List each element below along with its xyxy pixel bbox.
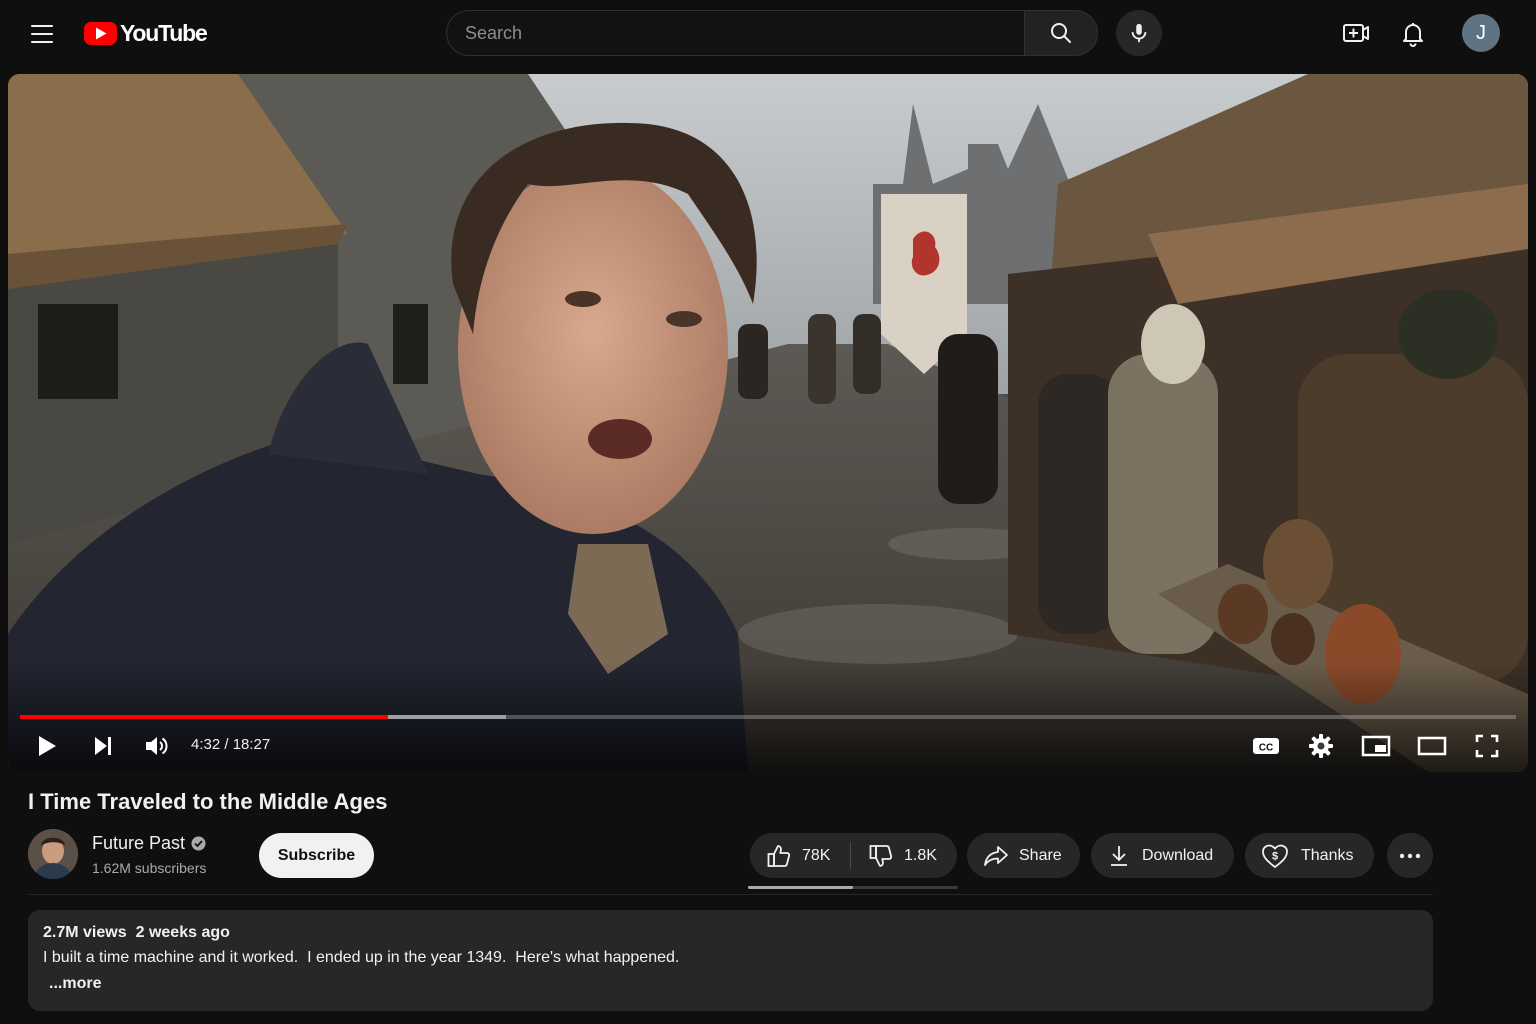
mic-icon xyxy=(1131,23,1147,43)
youtube-logo[interactable]: YouTube xyxy=(84,20,208,47)
top-bar: YouTube J xyxy=(0,0,1536,68)
like-ratio-fill xyxy=(748,886,853,889)
fullscreen-icon xyxy=(1475,734,1499,758)
video-title: I Time Traveled to the Middle Ages xyxy=(28,789,388,814)
thumbs-up-icon xyxy=(767,844,791,867)
menu-icon-line xyxy=(31,25,53,27)
menu-icon-line xyxy=(31,41,53,43)
channel-avatar-image xyxy=(28,829,78,879)
captions-icon: CC xyxy=(1253,738,1279,754)
notifications-button[interactable] xyxy=(1393,14,1433,54)
more-actions-button[interactable] xyxy=(1387,833,1433,878)
thanks-label: Thanks xyxy=(1301,846,1354,864)
description-meta: 2.7M views 2 weeks ago xyxy=(43,924,1418,942)
video-player[interactable]: 4:32 / 18:27 CC xyxy=(8,74,1528,772)
play-icon xyxy=(39,736,56,756)
subscriber-count: 1.62M subscribers xyxy=(92,860,207,876)
menu-button[interactable] xyxy=(22,14,62,54)
description-box[interactable]: 2.7M views 2 weeks ago I built a time ma… xyxy=(28,910,1433,1011)
menu-icon-line xyxy=(31,33,53,35)
create-button[interactable] xyxy=(1336,14,1376,54)
search-icon xyxy=(1051,23,1071,43)
share-icon xyxy=(984,845,1008,866)
section-divider xyxy=(28,894,1433,895)
download-label: Download xyxy=(1142,846,1214,864)
time-display: 4:32 / 18:27 xyxy=(191,736,271,753)
play-button[interactable] xyxy=(30,728,64,764)
volume-icon xyxy=(146,737,168,755)
search-input[interactable] xyxy=(446,10,1024,56)
verified-icon xyxy=(191,836,206,851)
like-button[interactable]: 78K xyxy=(750,833,850,878)
settings-button[interactable] xyxy=(1304,728,1338,764)
description-more-link[interactable]: ...more xyxy=(49,975,101,993)
share-button[interactable]: Share xyxy=(967,833,1080,878)
captions-button[interactable]: CC xyxy=(1248,728,1284,764)
search-bar xyxy=(446,10,1098,56)
progress-played xyxy=(20,715,389,719)
captions-label: CC xyxy=(1259,743,1273,754)
channel-name[interactable]: Future Past xyxy=(92,833,185,854)
view-count: 2.7M views xyxy=(43,924,127,941)
like-ratio-bar xyxy=(748,886,958,889)
voice-search-button[interactable] xyxy=(1116,10,1162,56)
channel-avatar[interactable] xyxy=(28,829,78,879)
like-dislike-group: 78K 1.8K xyxy=(750,833,957,878)
settings-icon xyxy=(1309,734,1333,758)
thanks-button[interactable]: $ Thanks xyxy=(1245,833,1374,878)
fullscreen-button[interactable] xyxy=(1470,728,1504,764)
subscribe-button[interactable]: Subscribe xyxy=(259,833,374,878)
youtube-logo-icon xyxy=(84,22,117,45)
miniplayer-icon xyxy=(1361,735,1391,757)
theater-mode-button[interactable] xyxy=(1414,728,1450,764)
logo-text: YouTube xyxy=(120,20,208,46)
search-button[interactable] xyxy=(1024,10,1098,56)
dislike-count: 1.8K xyxy=(904,846,937,864)
account-avatar[interactable]: J xyxy=(1462,14,1500,52)
bell-icon xyxy=(1403,23,1423,47)
dislike-button[interactable]: 1.8K xyxy=(851,833,957,878)
theater-icon xyxy=(1417,736,1447,756)
download-icon xyxy=(1111,845,1127,866)
channel-name-row[interactable]: Future Past xyxy=(92,833,206,854)
share-label: Share xyxy=(1019,846,1062,864)
description-text: I built a time machine and it worked. I … xyxy=(43,949,680,966)
progress-bar[interactable] xyxy=(20,715,1516,719)
next-button[interactable] xyxy=(86,728,120,764)
thumbs-down-icon xyxy=(869,844,893,867)
create-icon xyxy=(1343,24,1369,42)
like-count: 78K xyxy=(802,846,831,864)
volume-button[interactable] xyxy=(140,728,174,764)
svg-text:$: $ xyxy=(1272,850,1278,862)
next-icon xyxy=(95,737,111,755)
more-icon xyxy=(1399,853,1421,858)
thanks-icon: $ xyxy=(1262,844,1288,868)
download-button[interactable]: Download xyxy=(1091,833,1234,878)
upload-date: 2 weeks ago xyxy=(135,924,230,941)
miniplayer-button[interactable] xyxy=(1358,728,1394,764)
